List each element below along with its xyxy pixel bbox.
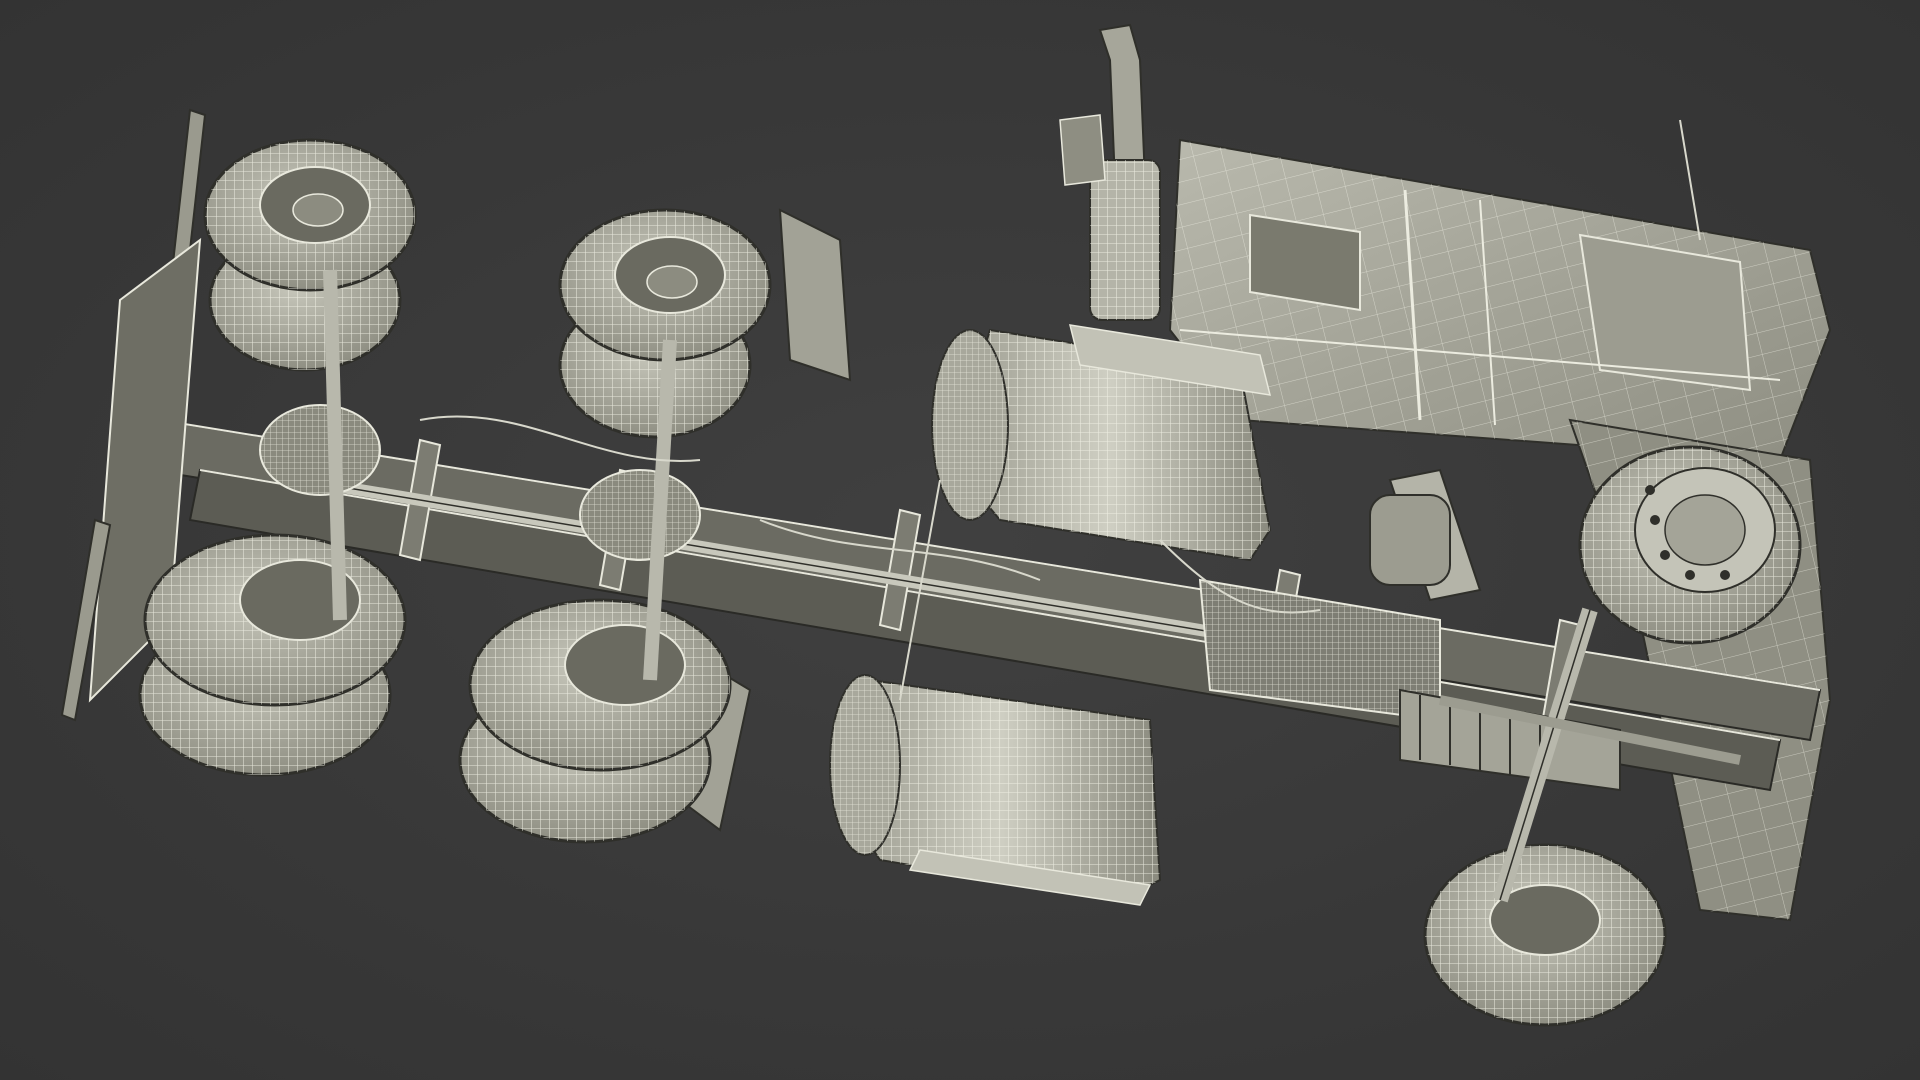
- rear-tire-set-bottom-middle: [458, 598, 732, 844]
- rear-tire-set-bottom-left: [138, 533, 407, 777]
- front-tire-top-right: [1578, 445, 1802, 645]
- fuel-tank-top: [931, 324, 1272, 562]
- render-viewport: [0, 0, 1920, 1080]
- wireframe-truck-render: [60, 23, 1832, 1027]
- exhaust-stack: [1059, 23, 1161, 321]
- fuel-tank-bottom: [829, 674, 1162, 906]
- rear-tire-set-top-left: [203, 138, 417, 372]
- front-tire-bottom-right: [1423, 843, 1667, 1027]
